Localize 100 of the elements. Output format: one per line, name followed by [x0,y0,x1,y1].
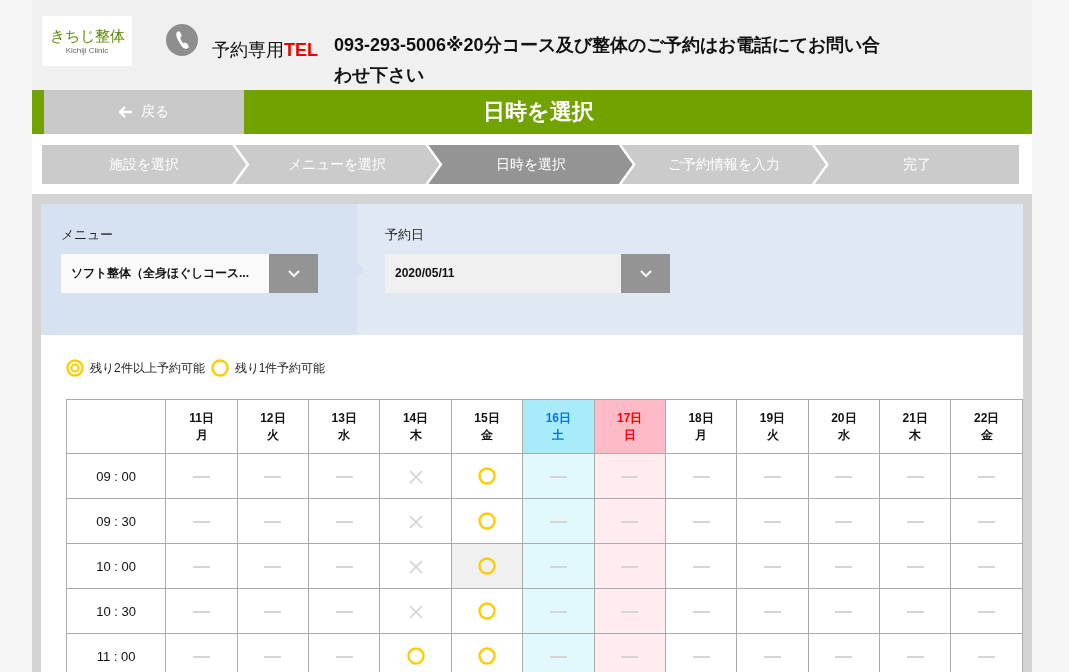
dash-icon [335,655,353,658]
dash-icon [764,610,781,613]
dash-icon [764,655,781,658]
time-cell: 09 : 00 [66,453,166,499]
dash-icon [621,475,639,478]
dash-icon [264,610,282,613]
dash-icon [549,655,567,658]
day-header: 22日 金 [950,399,1023,454]
day-header: 12日 火 [237,399,309,454]
time-cell: 09 : 30 [66,498,166,544]
select-field[interactable]: ソフト整体（全身ほぐしコース... [61,254,318,293]
circle-icon [478,512,496,531]
dash-icon [193,565,210,568]
dash-icon [692,565,710,568]
dash-icon [549,520,567,523]
dash-icon [906,520,924,523]
cross-icon [408,469,423,484]
day-header: 20日 水 [808,399,880,454]
time-cell: 11 : 00 [66,633,166,672]
day-header: 17日 日 [594,399,666,454]
dash-icon [835,475,853,478]
dash-icon [621,655,639,658]
dash-icon [835,610,853,613]
legend-label: 残り1件予約可能 [234,359,326,377]
day-header: 13日 水 [308,399,380,454]
circle-icon [406,647,425,666]
chevron-down-icon [287,269,300,278]
dash-icon [692,520,710,523]
dash-icon [621,520,639,523]
time-cell: 10 : 00 [66,543,166,589]
dash-icon [906,565,924,568]
dash-icon [193,520,210,523]
dash-icon [764,475,781,478]
dash-icon [906,475,924,478]
dash-icon [906,610,924,613]
dash-icon [835,655,853,658]
dash-icon [978,475,996,478]
circle-icon [478,647,496,666]
cross-icon [408,514,423,529]
chevron-down-icon [639,269,652,278]
legend-label: 残り2件以上予約可能 [90,359,205,377]
filter-label: メニュー [61,226,114,244]
day-header: 18日 月 [665,399,737,454]
dash-icon [264,520,282,523]
day-header: 19日 火 [736,399,809,454]
slot-cell[interactable] [451,453,523,499]
cross-icon [408,604,423,619]
dash-icon [193,610,210,613]
slot-cell[interactable] [379,633,452,672]
dash-icon [692,610,710,613]
arrow-left-icon [119,106,133,118]
slot-cell[interactable] [451,633,523,672]
slot-cell[interactable] [451,498,523,544]
dash-icon [549,610,567,613]
time-cell: 10 : 30 [66,588,166,634]
dash-icon [335,610,353,613]
slot-cell[interactable] [451,543,523,589]
day-header: 14日 木 [379,399,452,454]
dash-icon [264,655,282,658]
dash-icon [621,610,639,613]
dash-icon [264,565,282,568]
select-field[interactable]: 2020/05/11 [385,254,670,293]
circle-icon [478,467,496,486]
circle-icon [478,602,496,621]
circle-icon [210,359,229,377]
dash-icon [193,475,210,478]
dash-icon [978,520,996,523]
double-circle-icon [66,359,84,377]
dash-icon [764,520,781,523]
dash-icon [549,475,567,478]
logo-name: きちじ整体 [49,27,125,46]
day-header: 11日 月 [165,399,238,454]
dash-icon [621,565,639,568]
day-header: 21日 木 [879,399,951,454]
dash-icon [193,655,210,658]
dash-icon [692,475,710,478]
dash-icon [335,475,353,478]
logo-subtitle: Kichiji Clinic [65,46,109,55]
step: 日時を選択 [428,145,633,184]
circle-icon [478,557,496,576]
dash-icon [978,655,996,658]
phone-icon [166,24,198,56]
dash-icon [835,520,853,523]
dash-icon [692,655,710,658]
dash-icon [335,565,353,568]
day-header: 15日 金 [451,399,523,454]
dash-icon [978,565,996,568]
filter-label: 予約日 [385,226,425,244]
dash-icon [906,655,924,658]
dash-icon [764,565,781,568]
cross-icon [408,559,423,574]
dash-icon [335,520,353,523]
slot-cell[interactable] [451,588,523,634]
dash-icon [549,565,567,568]
dash-icon [264,475,282,478]
dash-icon [835,565,853,568]
dash-icon [978,610,996,613]
reservation-tel-label: 予約専用TEL [212,39,318,62]
day-header: 16日 土 [522,399,595,454]
phone-notice: 093-293-5006※20分コース及び整体のご予約はお電話にてお問い合わせ下さい [334,34,881,87]
